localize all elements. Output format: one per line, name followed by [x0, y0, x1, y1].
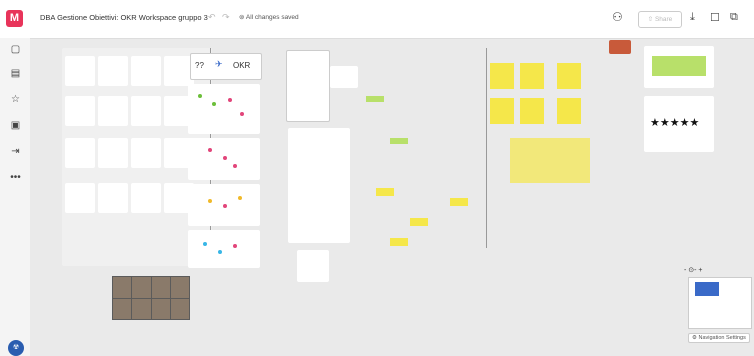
vote-dot [228, 98, 232, 102]
vote-dot [203, 242, 207, 246]
zoom-control[interactable]: - ⊙- + [684, 266, 703, 274]
rating-card[interactable]: ★★★★★ [644, 96, 714, 152]
team-card[interactable] [131, 138, 161, 168]
vote-dot [208, 148, 212, 152]
star-icon[interactable]: ☆ [9, 93, 22, 106]
sticky-cluster[interactable] [490, 63, 514, 89]
participant-tile [151, 298, 170, 319]
dots-board-pink[interactable] [188, 138, 260, 180]
team-card[interactable] [98, 56, 128, 86]
redo-icon[interactable]: ↷ [222, 12, 230, 23]
team-card[interactable] [98, 96, 128, 126]
sticky-note[interactable] [410, 218, 428, 226]
okr-header-card[interactable]: ?? ✈ OKR [190, 53, 262, 80]
participant-tile [113, 298, 132, 319]
vote-dot [223, 156, 227, 160]
templates-icon[interactable]: ▤ [9, 67, 22, 80]
team-card[interactable] [65, 96, 95, 126]
comment-icon[interactable]: ☐ [710, 11, 720, 24]
okr-label: OKR [233, 61, 251, 70]
miro-logo[interactable]: M [6, 10, 23, 27]
vote-dot [233, 164, 237, 168]
vote-dot [238, 196, 242, 200]
sticky-cluster[interactable] [520, 63, 544, 89]
download-icon[interactable]: ⤓ [690, 11, 695, 24]
navigation-settings-label: Navigation Settings [698, 335, 746, 341]
participant-tile [132, 277, 151, 298]
team-card[interactable] [131, 96, 161, 126]
green-notes-card[interactable] [644, 46, 714, 88]
present-icon[interactable]: ⧉ [730, 11, 738, 24]
team-card[interactable] [98, 183, 128, 213]
vote-dot [223, 204, 227, 208]
more-icon[interactable]: ••• [9, 171, 22, 184]
matrix-card[interactable] [297, 250, 329, 282]
team-card[interactable] [65, 138, 95, 168]
navigator-minimap[interactable] [688, 277, 752, 329]
share-label: Share [654, 16, 673, 23]
video-call-thumbnail[interactable] [112, 276, 190, 320]
plane-icon: ✈ [215, 59, 223, 69]
save-status-text: All changes saved [245, 14, 299, 21]
sticky-note[interactable] [366, 96, 384, 102]
vote-dot [198, 94, 202, 98]
participant-tile [170, 298, 189, 319]
image-thumbnail[interactable] [609, 40, 631, 54]
board-title[interactable]: DBA Gestione Obiettivi: OKR Workspace gr… [40, 13, 208, 22]
vote-dot [233, 244, 237, 248]
sticky-note[interactable] [390, 238, 408, 246]
retro-card[interactable] [286, 50, 330, 122]
team-card[interactable] [65, 183, 95, 213]
sticky-note[interactable] [450, 198, 468, 206]
dots-board-blue[interactable] [188, 230, 260, 268]
sticky-note[interactable] [390, 138, 408, 144]
sticky-cluster[interactable] [557, 98, 581, 124]
embed-icon[interactable]: ⇥ [9, 145, 22, 158]
page-icon[interactable]: ▢ [9, 43, 22, 56]
info-card[interactable] [330, 66, 358, 88]
team-card[interactable] [65, 56, 95, 86]
participant-tile [170, 277, 189, 298]
notes-card[interactable] [288, 128, 350, 243]
participant-tile [113, 277, 132, 298]
left-toolbar: ▢ ▤ ☆ ▣ ⇥ ••• [0, 38, 30, 356]
image-icon[interactable]: ▣ [9, 119, 22, 132]
sticky-cluster[interactable] [557, 63, 581, 89]
sticky-cluster[interactable] [520, 98, 544, 124]
divider [486, 48, 487, 248]
top-bar: M DBA Gestione Obiettivi: OKR Workspace … [0, 0, 754, 39]
team-card[interactable] [98, 138, 128, 168]
sticky-note[interactable] [652, 56, 706, 76]
board-canvas[interactable]: ?? ✈ OKR ★★★★★ - ⊙- + [30, 38, 754, 356]
vote-dot [240, 112, 244, 116]
participant-tile [151, 277, 170, 298]
sticky-cluster[interactable] [490, 98, 514, 124]
sticky-cluster[interactable] [510, 138, 590, 183]
vote-dot [218, 250, 222, 254]
save-status: ⊚ All changes saved [239, 14, 299, 21]
dots-board-yellow[interactable] [188, 184, 260, 226]
participant-tile [132, 298, 151, 319]
team-card[interactable] [131, 183, 161, 213]
star-rating-icon: ★★★★★ [650, 117, 700, 129]
undo-icon[interactable]: ↶ [208, 12, 216, 23]
vote-dot [208, 199, 212, 203]
sticky-note[interactable] [376, 188, 394, 196]
okr-number: ?? [195, 61, 204, 70]
share-button[interactable]: ⇧ Share [638, 11, 682, 28]
dots-board-green[interactable] [188, 84, 260, 134]
add-user-icon[interactable]: ⚇ [612, 10, 623, 24]
navigation-settings-button[interactable]: ⚙ Navigation Settings [688, 333, 750, 343]
team-card[interactable] [131, 56, 161, 86]
viewport-indicator[interactable] [695, 282, 719, 296]
user-avatar[interactable]: ☢ [8, 340, 24, 356]
vote-dot [212, 102, 216, 106]
